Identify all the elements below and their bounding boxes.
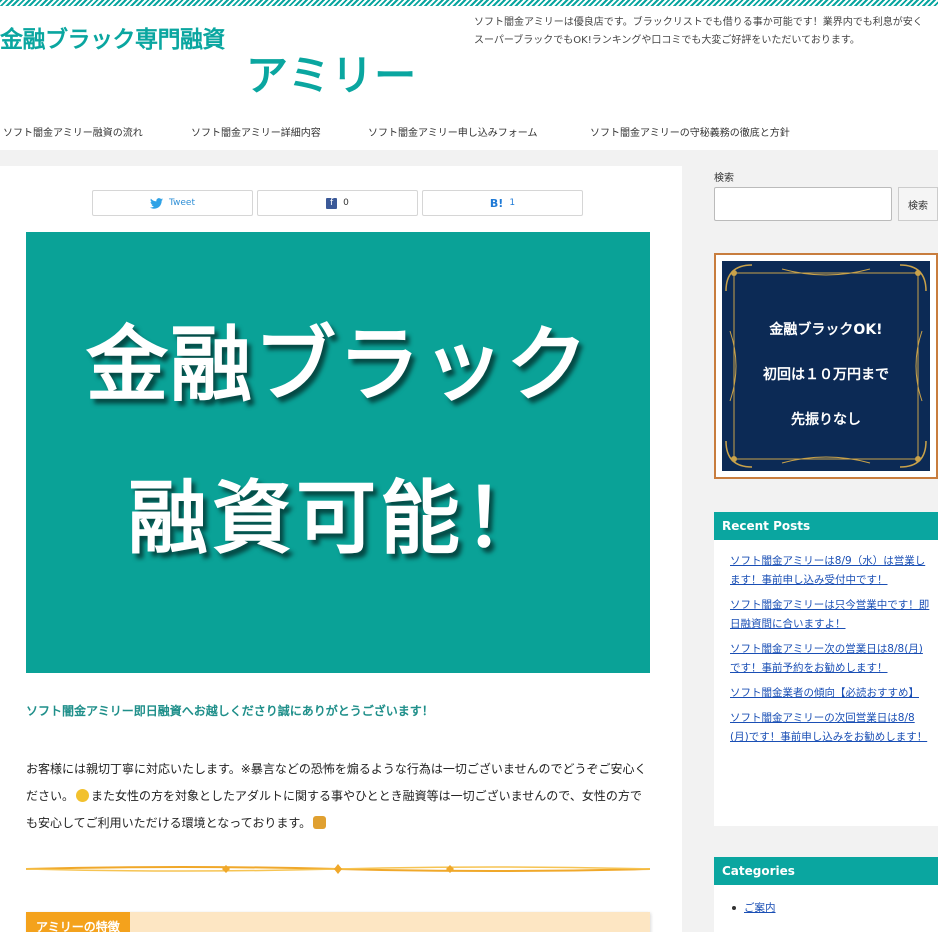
nav-item-confidentiality[interactable]: ソフト闇金アミリーの守秘義務の徹底と方針 <box>590 124 790 139</box>
promo-banner-inner: 金融ブラックOK! 初回は１０万円まで 先振りなし <box>722 261 930 471</box>
category-link[interactable]: ご案内 <box>732 899 930 917</box>
recent-post-link[interactable]: ソフト闇金業者の傾向【必読おすすめ】 <box>730 684 930 703</box>
recent-posts-title: Recent Posts <box>714 512 938 540</box>
nav-item-flow[interactable]: ソフト闇金アミリー融資の流れ <box>3 124 143 139</box>
categories-list: ご案内 <box>714 885 938 932</box>
hatena-bookmark-button[interactable]: B! 1 <box>422 190 583 216</box>
facebook-count: 0 <box>343 198 349 208</box>
categories-title: Categories <box>714 857 938 885</box>
hero-text-line2: 融資可能！ <box>128 472 548 565</box>
recent-post-link[interactable]: ソフト闇金アミリー次の営業日は8/8(月)です！事前予約をお勧めします！ <box>730 640 930 678</box>
main-nav: ソフト闇金アミリー融資の流れ ソフト闇金アミリー詳細内容 ソフト闇金アミリー申し… <box>0 124 938 146</box>
hero-image: 金融ブラック 融資可能！ <box>26 232 650 673</box>
feature-heading: アミリーの特徴 <box>26 912 130 932</box>
article-card: Tweet f 0 B! 1 金融ブラック 融資可能！ ソフト闇金アミリー即日融… <box>0 166 682 932</box>
recent-post-link[interactable]: ソフト闇金アミリーは8/9（水）は営業します！事前申し込み受付中です！ <box>730 552 930 590</box>
banner-text-line1: 金融ブラックOK! <box>769 322 883 338</box>
recent-posts-list: ソフト闇金アミリーは8/9（水）は営業します！事前申し込み受付中です！ ソフト闇… <box>714 540 938 826</box>
article-body: お客様には親切丁寧に対応いたします。※暴言などの恐怖を煽るような行為は一切ござい… <box>26 756 648 837</box>
tweet-button[interactable]: Tweet <box>92 190 253 216</box>
share-buttons: Tweet f 0 B! 1 <box>92 190 583 216</box>
article-lead: ソフト闇金アミリー即日融資へお越しくださり誠にありがとうございます！ <box>26 704 434 718</box>
tweet-label: Tweet <box>169 198 195 208</box>
smile-emoji-icon <box>76 789 90 802</box>
search-button[interactable]: 検索 <box>898 187 938 221</box>
facebook-share-button[interactable]: f 0 <box>257 190 418 216</box>
site-description: ソフト闇金アミリーは優良店です。ブラックリストでも借りる事か可能です！業界内でも… <box>474 17 923 46</box>
search-input[interactable] <box>714 187 892 221</box>
hatena-count: 1 <box>509 198 516 208</box>
recent-post-link[interactable]: ソフト闇金アミリーは只今営業中です！即日融資間に合いますよ！ <box>730 596 930 634</box>
facebook-icon: f <box>326 197 338 209</box>
banner-text-line3: 先振りなし <box>791 412 861 428</box>
twitter-icon <box>150 197 163 209</box>
site-logo-line2[interactable]: アミリー <box>246 42 417 103</box>
nav-item-application-form[interactable]: ソフト闇金アミリー申し込みフォーム <box>368 124 538 139</box>
woman-emoji-icon <box>313 816 327 829</box>
promo-banner[interactable]: 金融ブラックOK! 初回は１０万円まで 先振りなし <box>714 253 938 479</box>
search-label: 検索 <box>714 173 734 184</box>
decorative-divider <box>26 864 650 874</box>
hatena-bookmark-icon: B! <box>489 196 504 210</box>
recent-post-link[interactable]: ソフト闇金アミリーの次回営業日は8/8(月)です！事前申し込みをお勧めします！ <box>730 709 930 747</box>
banner-text-line2: 初回は１０万円まで <box>763 367 889 383</box>
site-header: 金融ブラック専門融資 アミリー ソフト闇金アミリーは優良店です。ブラックリストで… <box>0 6 938 118</box>
site-logo-line1[interactable]: 金融ブラック専門融資 <box>0 20 226 54</box>
article-body-part2: また女性の方を対象としたアダルトに関する事やひととき融資等は一切ございませんので… <box>26 789 642 830</box>
hero-text-line1: 金融ブラック <box>85 318 590 413</box>
nav-item-details[interactable]: ソフト闇金アミリー詳細内容 <box>191 124 321 139</box>
feature-box: アミリーの特徴 <box>26 912 650 932</box>
